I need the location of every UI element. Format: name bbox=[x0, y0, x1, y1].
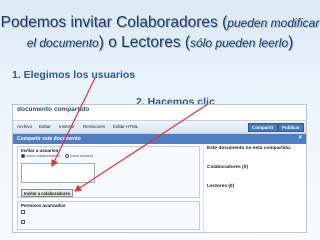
advanced-title: Permisos avanzados bbox=[21, 203, 66, 208]
invite-section: Invitar a usuarios: como colaboradores c… bbox=[17, 146, 200, 198]
compartir-button[interactable]: Compartir bbox=[248, 123, 278, 132]
readers-count-title: Lectores (0) bbox=[207, 184, 235, 189]
radio-collaborators[interactable] bbox=[21, 154, 25, 158]
share-bar: Compartir este documento × bbox=[13, 134, 306, 144]
slide-title: Podemos invitar Colaboradores (pueden mo… bbox=[0, 13, 320, 53]
radio-readers[interactable] bbox=[64, 154, 69, 158]
publicar-button[interactable]: Publicar bbox=[278, 123, 304, 132]
invite-role-options: como colaboradores como lectores bbox=[18, 154, 199, 158]
close-icon[interactable]: × bbox=[298, 135, 302, 141]
title-middle: ) o Lectores ( bbox=[98, 34, 191, 51]
advanced-permissions-section: Permisos avanzados bbox=[17, 201, 200, 230]
menu-insertar[interactable]: Insertar bbox=[59, 124, 74, 129]
invite-title: Invitar a usuarios: bbox=[21, 148, 60, 153]
embedded-screenshot: documento compartido Archivo Editar Inse… bbox=[12, 104, 307, 233]
document-header: documento compartido bbox=[13, 105, 306, 120]
email-input[interactable] bbox=[21, 163, 95, 183]
collaborators-count-title: Colaboradores (0) bbox=[207, 165, 249, 170]
document-toolbar: Archivo Editar Insertar Revisiones Edita… bbox=[13, 120, 306, 134]
advanced-checkbox-2[interactable] bbox=[21, 220, 25, 224]
title-suffix: ) bbox=[288, 34, 294, 51]
advanced-checkbox-1[interactable] bbox=[21, 210, 25, 214]
menu-archivo[interactable]: Archivo bbox=[17, 124, 32, 129]
advanced-option-1 bbox=[18, 210, 199, 214]
share-left-pane: Invitar a usuarios: como colaboradores c… bbox=[17, 146, 200, 230]
invite-collaborators-button[interactable]: Invitar a colaboradores bbox=[21, 189, 74, 197]
step-1-label: 1. Elegimos los usuarios bbox=[12, 69, 136, 81]
radio-collaborators-label: como colaboradores bbox=[26, 154, 61, 158]
menu-revisiones[interactable]: Revisiones bbox=[83, 124, 105, 129]
menu-editar-html[interactable]: Editar HTML bbox=[113, 124, 138, 129]
advanced-option-2 bbox=[18, 220, 199, 224]
radio-readers-label: como lectores bbox=[69, 154, 94, 158]
not-shared-title: Este documento no está compartido. bbox=[207, 146, 292, 151]
title-readers-note: sólo pueden leerlo bbox=[190, 36, 289, 50]
share-right-pane: Este documento no está compartido. Colab… bbox=[203, 146, 304, 230]
title-prefix: Podemos invitar Colaboradores ( bbox=[0, 14, 228, 31]
menu-editar[interactable]: Editar bbox=[39, 124, 51, 129]
share-bar-label: Compartir este documento bbox=[17, 136, 81, 142]
document-title: documento compartido bbox=[17, 106, 90, 113]
